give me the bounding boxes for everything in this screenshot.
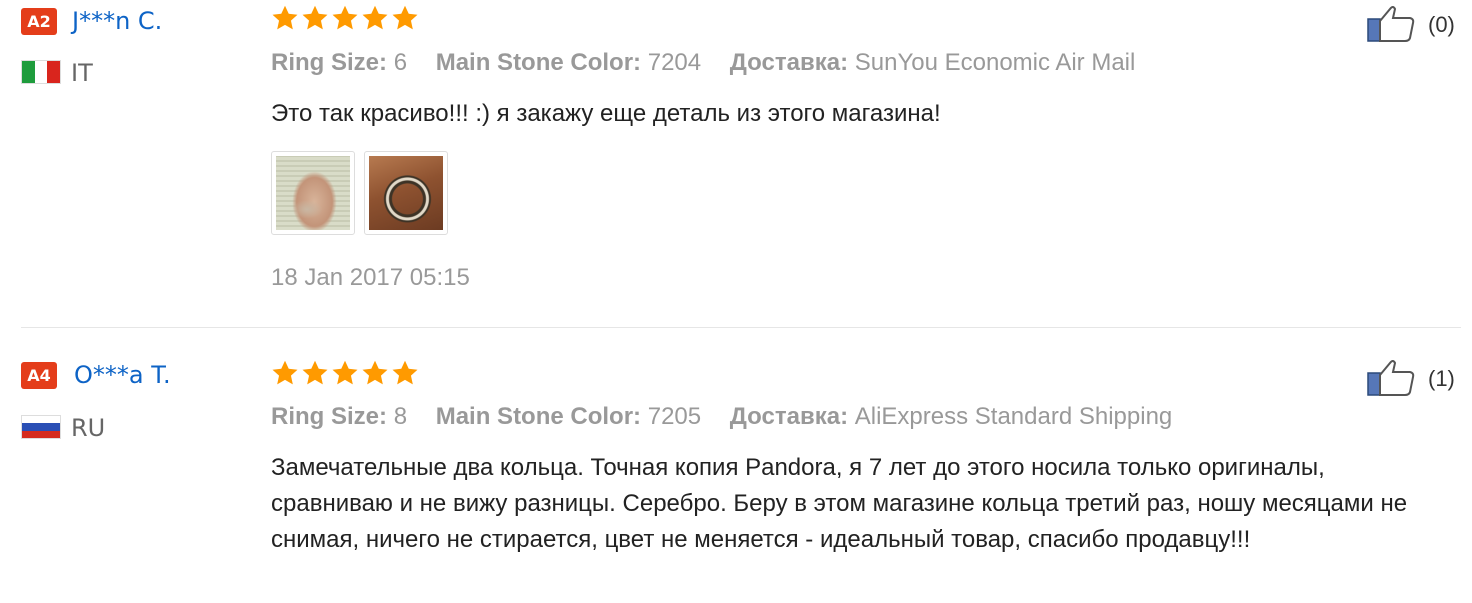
review-divider <box>21 327 1461 328</box>
photo-bracelet <box>369 156 443 230</box>
attr-key: Main Stone Color: <box>435 403 642 430</box>
order-attributes: Ring Size: 8 Main Stone Color: 7205 Дост… <box>271 402 1194 432</box>
attr-value: 6 <box>393 49 408 76</box>
attr-key: Main Stone Color: <box>435 49 642 76</box>
star-icon <box>301 359 329 387</box>
star-icon <box>361 359 389 387</box>
star-icon <box>331 359 359 387</box>
attr-key: Доставка: <box>729 403 849 430</box>
star-icon <box>391 4 419 32</box>
star-icon <box>361 4 389 32</box>
order-attributes: Ring Size: 6 Main Stone Color: 7204 Дост… <box>271 48 1157 78</box>
attr-key: Ring Size: <box>271 403 388 430</box>
photo-hand-ring <box>276 156 350 230</box>
buyer-level-badge: A4 <box>21 362 57 389</box>
review-photo-thumbnail[interactable] <box>364 151 448 235</box>
attr-value: 7204 <box>647 49 702 76</box>
reviewer-country: RU <box>71 414 106 442</box>
star-rating <box>271 359 419 387</box>
review-photo-thumbnail[interactable] <box>271 151 355 235</box>
flag-it-icon <box>21 60 61 84</box>
buyer-level-badge: A2 <box>21 8 57 35</box>
attr-key: Доставка: <box>729 49 849 76</box>
reviewer-name[interactable]: O***a T. <box>74 361 171 389</box>
attr-key: Ring Size: <box>271 49 388 76</box>
like-count: (1) <box>1428 366 1455 391</box>
attr-value: 7205 <box>647 403 702 430</box>
star-icon <box>271 359 299 387</box>
thumbs-up-icon[interactable] <box>1366 357 1416 397</box>
star-icon <box>331 4 359 32</box>
thumbs-up-icon[interactable] <box>1366 3 1416 43</box>
star-icon <box>391 359 419 387</box>
star-icon <box>301 4 329 32</box>
attr-value: SunYou Economic Air Mail <box>854 49 1136 76</box>
attr-value: AliExpress Standard Shipping <box>854 403 1173 430</box>
reviewer-country: IT <box>71 59 93 87</box>
review-date: 18 Jan 2017 05:15 <box>271 264 470 291</box>
flag-ru-icon <box>21 415 61 439</box>
star-icon <box>271 4 299 32</box>
review-text: Замечательные два кольца. Точная копия P… <box>271 454 1408 553</box>
like-count: (0) <box>1428 12 1455 37</box>
reviewer-name[interactable]: J***n C. <box>72 7 162 35</box>
attr-value: 8 <box>393 403 408 430</box>
star-rating <box>271 4 419 32</box>
review-text: Это так красиво!!! :) я закажу еще детал… <box>271 100 941 127</box>
